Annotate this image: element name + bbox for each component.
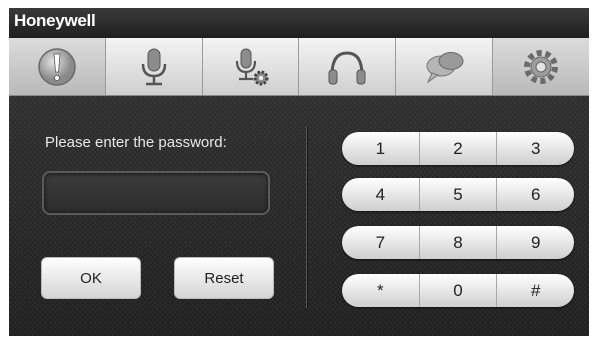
key-0[interactable]: 0	[420, 274, 498, 307]
tab-microphone-settings[interactable]	[203, 38, 300, 95]
tab-settings[interactable]	[493, 38, 589, 95]
key-3[interactable]: 3	[497, 132, 574, 165]
password-prompt: Please enter the password:	[45, 134, 227, 151]
ok-button[interactable]: OK	[41, 257, 141, 299]
key-hash[interactable]: #	[497, 274, 574, 307]
key-5[interactable]: 5	[420, 178, 498, 211]
speech-bubbles-icon	[426, 51, 464, 83]
keypad-row: * 0 #	[342, 274, 574, 307]
tab-messages[interactable]	[396, 38, 494, 95]
alert-icon	[38, 47, 76, 86]
key-1[interactable]: 1	[342, 132, 420, 165]
key-2[interactable]: 2	[420, 132, 498, 165]
key-7[interactable]: 7	[342, 226, 420, 259]
password-panel: Please enter the password: OK Reset 1 2 …	[9, 96, 589, 336]
key-8[interactable]: 8	[420, 226, 498, 259]
tab-microphone[interactable]	[106, 38, 203, 95]
headphones-icon	[328, 50, 366, 84]
keypad-row: 7 8 9	[342, 226, 574, 259]
divider	[306, 126, 307, 308]
key-star[interactable]: *	[342, 274, 420, 307]
key-6[interactable]: 6	[497, 178, 574, 211]
tab-headphones[interactable]	[299, 38, 397, 95]
keypad-row: 4 5 6	[342, 178, 574, 211]
reset-button[interactable]: Reset	[174, 257, 274, 299]
title-bar: Honeywell	[9, 8, 589, 38]
microphone-icon	[141, 48, 166, 85]
password-field[interactable]	[42, 171, 270, 215]
device-screen: Honeywell Please enter the password: OK …	[0, 0, 598, 342]
key-9[interactable]: 9	[497, 226, 574, 259]
microphone-settings-icon	[235, 48, 269, 85]
brand-logo: Honeywell	[14, 11, 96, 30]
toolbar	[9, 38, 589, 96]
gear-icon	[524, 49, 559, 84]
tab-alert[interactable]	[9, 38, 106, 95]
key-4[interactable]: 4	[342, 178, 420, 211]
keypad-row: 1 2 3	[342, 132, 574, 165]
